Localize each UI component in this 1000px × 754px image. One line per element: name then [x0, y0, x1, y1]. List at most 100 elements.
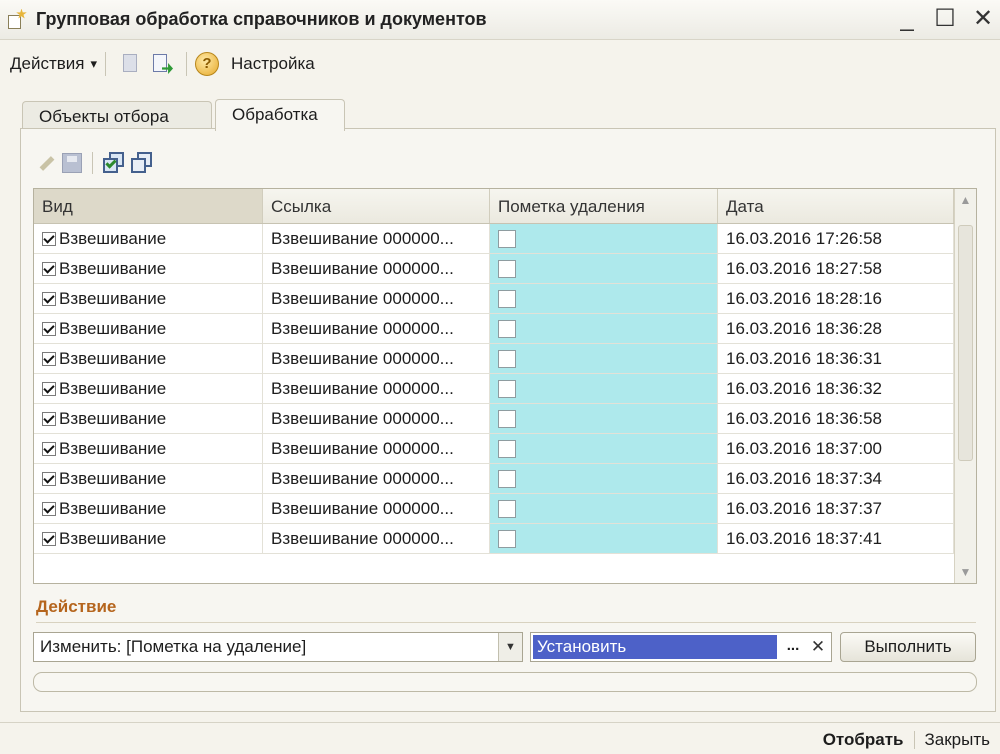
- table-row[interactable]: Взвешивание Взвешивание 000000... 16.03.20…: [34, 314, 976, 344]
- table-row[interactable]: Взвешивание Взвешивание 000000... 16.03.20…: [34, 434, 976, 464]
- cell-date[interactable]: 16.03.2016 18:27:58: [718, 254, 954, 283]
- select-all-icon[interactable]: [103, 152, 125, 174]
- close-window-button[interactable]: ✕: [972, 6, 994, 32]
- row-checkbox[interactable]: [42, 442, 56, 456]
- document-icon[interactable]: [118, 52, 142, 76]
- deletion-mark-checkbox[interactable]: [498, 260, 516, 278]
- cell-kind[interactable]: Взвешивание: [34, 254, 263, 283]
- cell-kind[interactable]: Взвешивание: [34, 404, 263, 433]
- cell-date[interactable]: 16.03.2016 18:36:31: [718, 344, 954, 373]
- document-export-icon[interactable]: [150, 52, 174, 76]
- deletion-mark-checkbox[interactable]: [498, 380, 516, 398]
- column-header-date[interactable]: Дата: [718, 189, 954, 223]
- cell-kind[interactable]: Взвешивание: [34, 224, 263, 253]
- value-field[interactable]: Установить ... ✕: [530, 632, 832, 662]
- close-button[interactable]: Закрыть: [925, 730, 990, 750]
- vertical-scrollbar[interactable]: ▲ ▼: [954, 189, 976, 583]
- cell-deletion-mark[interactable]: [490, 284, 718, 313]
- row-checkbox[interactable]: [42, 412, 56, 426]
- cell-deletion-mark[interactable]: [490, 404, 718, 433]
- deletion-mark-checkbox[interactable]: [498, 470, 516, 488]
- cell-deletion-mark[interactable]: [490, 374, 718, 403]
- column-header-ref[interactable]: Ссылка: [263, 189, 490, 223]
- minimize-button[interactable]: _: [896, 6, 918, 32]
- cell-ref[interactable]: Взвешивание 000000...: [263, 404, 490, 433]
- deselect-all-icon[interactable]: [131, 152, 153, 174]
- table-row[interactable]: Взвешивание Взвешивание 000000... 16.03.20…: [34, 284, 976, 314]
- table-row[interactable]: Взвешивание Взвешивание 000000... 16.03.20…: [34, 524, 976, 554]
- execute-button[interactable]: Выполнить: [840, 632, 976, 662]
- row-checkbox[interactable]: [42, 232, 56, 246]
- cell-ref[interactable]: Взвешивание 000000...: [263, 224, 490, 253]
- cell-deletion-mark[interactable]: [490, 314, 718, 343]
- help-icon[interactable]: ?: [195, 52, 220, 76]
- cell-deletion-mark[interactable]: [490, 344, 718, 373]
- cell-ref[interactable]: Взвешивание 000000...: [263, 434, 490, 463]
- tab-selection-objects[interactable]: Объекты отбора: [22, 101, 212, 131]
- deletion-mark-checkbox[interactable]: [498, 320, 516, 338]
- row-checkbox[interactable]: [42, 382, 56, 396]
- deletion-mark-checkbox[interactable]: [498, 290, 516, 308]
- row-checkbox[interactable]: [42, 262, 56, 276]
- tab-processing[interactable]: Обработка: [215, 99, 345, 131]
- cell-kind[interactable]: Взвешивание: [34, 494, 263, 523]
- cell-deletion-mark[interactable]: [490, 464, 718, 493]
- cell-ref[interactable]: Взвешивание 000000...: [263, 374, 490, 403]
- cell-date[interactable]: 16.03.2016 18:37:41: [718, 524, 954, 553]
- cell-ref[interactable]: Взвешивание 000000...: [263, 494, 490, 523]
- deletion-mark-checkbox[interactable]: [498, 500, 516, 518]
- scroll-thumb[interactable]: [958, 225, 973, 461]
- cell-date[interactable]: 16.03.2016 18:37:37: [718, 494, 954, 523]
- settings-button[interactable]: Настройка: [231, 54, 315, 74]
- table-row[interactable]: Взвешивание Взвешивание 000000... 16.03.20…: [34, 344, 976, 374]
- cell-deletion-mark[interactable]: [490, 524, 718, 553]
- cell-ref[interactable]: Взвешивание 000000...: [263, 344, 490, 373]
- save-icon[interactable]: [62, 153, 82, 173]
- cell-kind[interactable]: Взвешивание: [34, 524, 263, 553]
- cell-ref[interactable]: Взвешивание 000000...: [263, 314, 490, 343]
- cell-deletion-mark[interactable]: [490, 434, 718, 463]
- cell-kind[interactable]: Взвешивание: [34, 284, 263, 313]
- maximize-button[interactable]: ☐: [934, 6, 956, 32]
- cell-ref[interactable]: Взвешивание 000000...: [263, 464, 490, 493]
- cell-kind[interactable]: Взвешивание: [34, 314, 263, 343]
- select-button[interactable]: Отобрать: [823, 730, 904, 750]
- cell-ref[interactable]: Взвешивание 000000...: [263, 254, 490, 283]
- scroll-down-icon[interactable]: ▼: [955, 561, 976, 583]
- cell-date[interactable]: 16.03.2016 18:36:28: [718, 314, 954, 343]
- cell-kind[interactable]: Взвешивание: [34, 344, 263, 373]
- actions-menu-button[interactable]: Действия ▾: [10, 54, 97, 74]
- column-header-deletion-mark[interactable]: Пометка удаления: [490, 189, 718, 223]
- table-row[interactable]: Взвешивание Взвешивание 000000... 16.03.20…: [34, 254, 976, 284]
- row-checkbox[interactable]: [42, 532, 56, 546]
- row-checkbox[interactable]: [42, 322, 56, 336]
- deletion-mark-checkbox[interactable]: [498, 440, 516, 458]
- table-row[interactable]: Взвешивание Взвешивание 000000... 16.03.20…: [34, 224, 976, 254]
- cell-date[interactable]: 16.03.2016 18:37:00: [718, 434, 954, 463]
- cell-date[interactable]: 16.03.2016 18:37:34: [718, 464, 954, 493]
- row-checkbox[interactable]: [42, 352, 56, 366]
- cell-deletion-mark[interactable]: [490, 494, 718, 523]
- deletion-mark-checkbox[interactable]: [498, 530, 516, 548]
- cell-date[interactable]: 16.03.2016 18:36:58: [718, 404, 954, 433]
- row-checkbox[interactable]: [42, 502, 56, 516]
- cell-kind[interactable]: Взвешивание: [34, 464, 263, 493]
- cell-deletion-mark[interactable]: [490, 224, 718, 253]
- edit-icon[interactable]: [36, 153, 56, 173]
- clear-icon[interactable]: ✕: [807, 635, 829, 659]
- cell-date[interactable]: 16.03.2016 17:26:58: [718, 224, 954, 253]
- action-select[interactable]: Изменить: [Пометка на удаление] ▼: [33, 632, 523, 662]
- cell-ref[interactable]: Взвешивание 000000...: [263, 524, 490, 553]
- row-checkbox[interactable]: [42, 472, 56, 486]
- table-row[interactable]: Взвешивание Взвешивание 000000... 16.03.20…: [34, 374, 976, 404]
- cell-date[interactable]: 16.03.2016 18:28:16: [718, 284, 954, 313]
- value-field-text[interactable]: Установить: [533, 635, 777, 659]
- cell-date[interactable]: 16.03.2016 18:36:32: [718, 374, 954, 403]
- table-row[interactable]: Взвешивание Взвешивание 000000... 16.03.20…: [34, 494, 976, 524]
- choose-button[interactable]: ...: [781, 635, 805, 659]
- cell-ref[interactable]: Взвешивание 000000...: [263, 284, 490, 313]
- deletion-mark-checkbox[interactable]: [498, 410, 516, 428]
- cell-kind[interactable]: Взвешивание: [34, 434, 263, 463]
- table-row[interactable]: Взвешивание Взвешивание 000000... 16.03.20…: [34, 404, 976, 434]
- scroll-up-icon[interactable]: ▲: [955, 189, 976, 211]
